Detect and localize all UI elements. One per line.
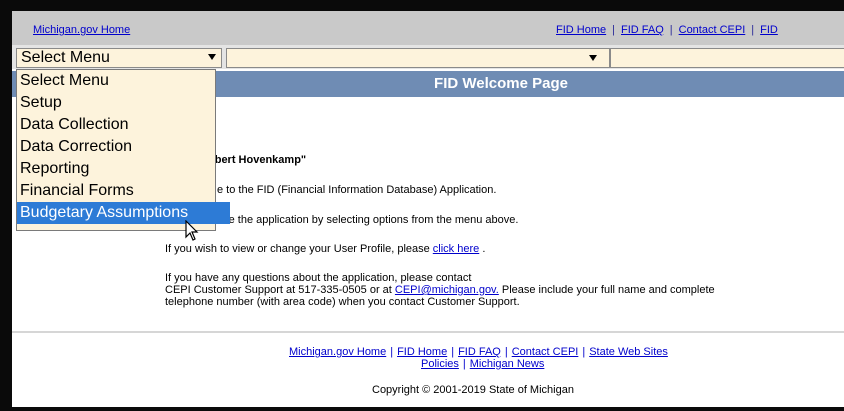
fid-faq-link[interactable]: FID FAQ [621, 24, 664, 36]
profile-text: If you wish to view or change your User … [165, 243, 485, 255]
mouse-pointer-icon [185, 220, 199, 241]
footer-michigan-news-link[interactable]: Michigan News [470, 358, 545, 370]
main-menu-select[interactable]: Select Menu [16, 48, 222, 68]
third-menu-select[interactable] [610, 48, 844, 68]
separator: | [751, 24, 755, 36]
usage-text: use the application by selecting options… [217, 214, 519, 226]
fid-home-link[interactable]: FID Home [556, 24, 606, 36]
intro-text: e to the FID (Financial Information Data… [217, 184, 497, 196]
dropdown-arrow-icon [589, 55, 597, 61]
footer-contact-cepi-link[interactable]: Contact CEPI [512, 346, 579, 358]
profile-text-prefix: If you wish to view or change your User … [165, 243, 433, 255]
support-text-line3: telephone number (with area code) when y… [165, 296, 520, 308]
footer-divider [12, 331, 844, 333]
support-text-suffix: Please include your full name and comple… [498, 284, 715, 296]
dropdown-option-setup[interactable]: Setup [17, 92, 215, 114]
dropdown-option-data-collection[interactable]: Data Collection [17, 114, 215, 136]
separator: | [462, 358, 466, 370]
top-nav-links: FID Home | FID FAQ | Contact CEPI | FID [556, 24, 778, 36]
footer-michigan-gov-home-link[interactable]: Michigan.gov Home [289, 346, 386, 358]
separator: | [390, 346, 394, 358]
footer-state-web-sites-link[interactable]: State Web Sites [589, 346, 668, 358]
michigan-gov-home-link[interactable]: Michigan.gov Home [33, 24, 130, 36]
profile-text-suffix: . [479, 243, 486, 255]
support-text-prefix: CEPI Customer Support at 517-335-0505 or… [165, 284, 395, 296]
separator: | [582, 346, 586, 358]
footer-fid-faq-link[interactable]: FID FAQ [458, 346, 501, 358]
separator: | [504, 346, 508, 358]
cepi-email-link[interactable]: CEPI@michigan.gov. [395, 284, 499, 296]
main-menu-select-value: Select Menu [21, 49, 110, 66]
copyright-text: Copyright © 2001-2019 State of Michigan [372, 384, 574, 396]
footer-links-row2: Policies | Michigan News [421, 358, 544, 370]
menu-select-row: Select Menu [12, 45, 844, 69]
questions-text: If you have any questions about the appl… [165, 272, 472, 284]
click-here-link[interactable]: click here [433, 243, 479, 255]
dropdown-option-reporting[interactable]: Reporting [17, 158, 215, 180]
separator: | [669, 24, 673, 36]
page-title: FID Welcome Page [434, 75, 568, 92]
dropdown-option-financial-forms[interactable]: Financial Forms [17, 180, 215, 202]
dropdown-arrow-icon [208, 54, 216, 60]
fid-link[interactable]: FID [760, 24, 778, 36]
top-nav-bar: Michigan.gov Home FID Home | FID FAQ | Conta… [12, 11, 844, 45]
separator: | [612, 24, 615, 36]
dropdown-option-data-correction[interactable]: Data Correction [17, 136, 215, 158]
user-greeting: obert Hovenkamp" [208, 154, 307, 166]
separator: | [451, 346, 455, 358]
footer-policies-link[interactable]: Policies [421, 358, 459, 370]
footer-fid-home-link[interactable]: FID Home [397, 346, 447, 358]
main-menu-dropdown-list: Select Menu Setup Data Collection Data C… [16, 69, 230, 231]
support-text: CEPI Customer Support at 517-335-0505 or… [165, 284, 715, 296]
contact-cepi-link[interactable]: Contact CEPI [679, 24, 746, 36]
footer-links-row1: Michigan.gov Home | FID Home | FID FAQ | Conta… [289, 346, 668, 358]
submenu-select[interactable] [226, 48, 610, 68]
dropdown-option-select-menu[interactable]: Select Menu [17, 70, 215, 92]
